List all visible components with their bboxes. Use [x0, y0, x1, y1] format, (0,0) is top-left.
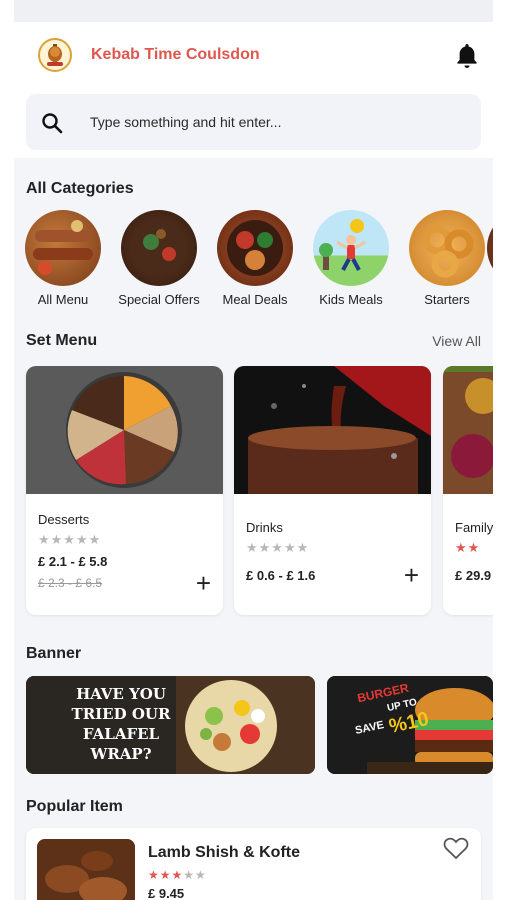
- category-image: [25, 210, 101, 286]
- card-old-price: £ 2.3 - £ 6.5: [38, 576, 103, 590]
- view-all-link[interactable]: View All: [432, 333, 481, 349]
- category-all-menu[interactable]: All Menu: [15, 210, 111, 307]
- set-menu-card-desserts[interactable]: Desserts ★★★★★ £ 2.1 - £ 5.8 £ 2.3 - £ 6…: [26, 366, 223, 615]
- empty-stars: ★★: [183, 868, 207, 882]
- category-image: [121, 210, 197, 286]
- add-to-cart-icon[interactable]: +: [196, 570, 211, 596]
- category-kids-meals[interactable]: Kids Meals: [303, 210, 399, 307]
- popular-item-image: [37, 839, 135, 900]
- status-strip: [14, 0, 493, 22]
- categories-title: All Categories: [26, 180, 134, 197]
- banner-carousel: HAVE YOU TRIED OUR FALAFEL WRAP? BURGER …: [14, 676, 493, 774]
- banner-text: HAVE YOU TRIED OUR FALAFEL WRAP?: [71, 685, 171, 763]
- category-next-partial[interactable]: [477, 210, 493, 286]
- rating-stars: ★★★★★: [148, 868, 207, 882]
- category-special-offers[interactable]: Special Offers: [111, 210, 207, 307]
- card-price: £ 0.6 - £ 1.6: [246, 568, 316, 583]
- card-price: £ 2.1 - £ 5.8: [38, 554, 108, 569]
- category-meal-deals[interactable]: Meal Deals: [207, 210, 303, 307]
- category-label: All Menu: [37, 292, 89, 307]
- notification-bell-icon[interactable]: [455, 42, 479, 70]
- category-label: Special Offers: [118, 292, 200, 307]
- rating-stars: ★★★★★: [38, 532, 102, 547]
- search-bar[interactable]: Type something and hit enter...: [26, 94, 481, 150]
- drinks-image: [234, 366, 431, 494]
- card-title: Family: [455, 520, 493, 535]
- banner-falafel-wrap[interactable]: HAVE YOU TRIED OUR FALAFEL WRAP?: [26, 676, 315, 774]
- search-icon: [42, 113, 63, 134]
- card-price: £ 29.9: [455, 568, 492, 583]
- card-title: Drinks: [246, 520, 283, 535]
- popular-item-card[interactable]: Lamb Shish & Kofte ★★★★★ £ 9.45: [26, 828, 481, 900]
- category-image: [487, 210, 493, 286]
- banner-burger-offer[interactable]: BURGER UP TO SAVE %10: [327, 676, 493, 774]
- set-menu-title: Set Menu: [26, 332, 98, 349]
- app-screen: Kebab Time Coulsdon Type something and h…: [14, 0, 493, 900]
- rating-stars: ★★: [455, 540, 481, 555]
- set-menu-card-drinks[interactable]: Drinks ★★★★★ £ 0.6 - £ 1.6 +: [234, 366, 431, 615]
- category-label: Starters: [424, 292, 470, 307]
- card-title: Desserts: [38, 512, 90, 527]
- brand-name: Kebab Time Coulsdon: [91, 46, 260, 63]
- popular-item-title: Popular Item: [26, 798, 123, 815]
- set-menu-card-family[interactable]: Family ★★ £ 29.9: [443, 366, 493, 615]
- popular-item-price: £ 9.45: [148, 886, 185, 900]
- favorite-heart-icon[interactable]: [443, 836, 469, 860]
- restaurant-logo[interactable]: [38, 38, 72, 72]
- category-image: [313, 210, 389, 286]
- app-header: Kebab Time Coulsdon Type something and h…: [14, 22, 493, 158]
- category-label: Kids Meals: [319, 292, 383, 307]
- category-image: [409, 210, 485, 286]
- rating-stars: ★★★★★: [246, 540, 310, 555]
- banner-title: Banner: [26, 645, 82, 662]
- category-image: [217, 210, 293, 286]
- family-image: [443, 366, 493, 494]
- category-list: All Menu Special Offers Meal Deals Kids …: [14, 210, 493, 310]
- filled-stars: ★★★: [148, 868, 184, 882]
- set-menu-carousel: Desserts ★★★★★ £ 2.1 - £ 5.8 £ 2.3 - £ 6…: [14, 366, 493, 618]
- category-label: Meal Deals: [222, 292, 288, 307]
- desserts-image: [26, 366, 223, 494]
- search-input[interactable]: Type something and hit enter...: [90, 114, 281, 130]
- popular-item-name: Lamb Shish & Kofte: [148, 844, 301, 861]
- add-to-cart-icon[interactable]: +: [404, 562, 419, 588]
